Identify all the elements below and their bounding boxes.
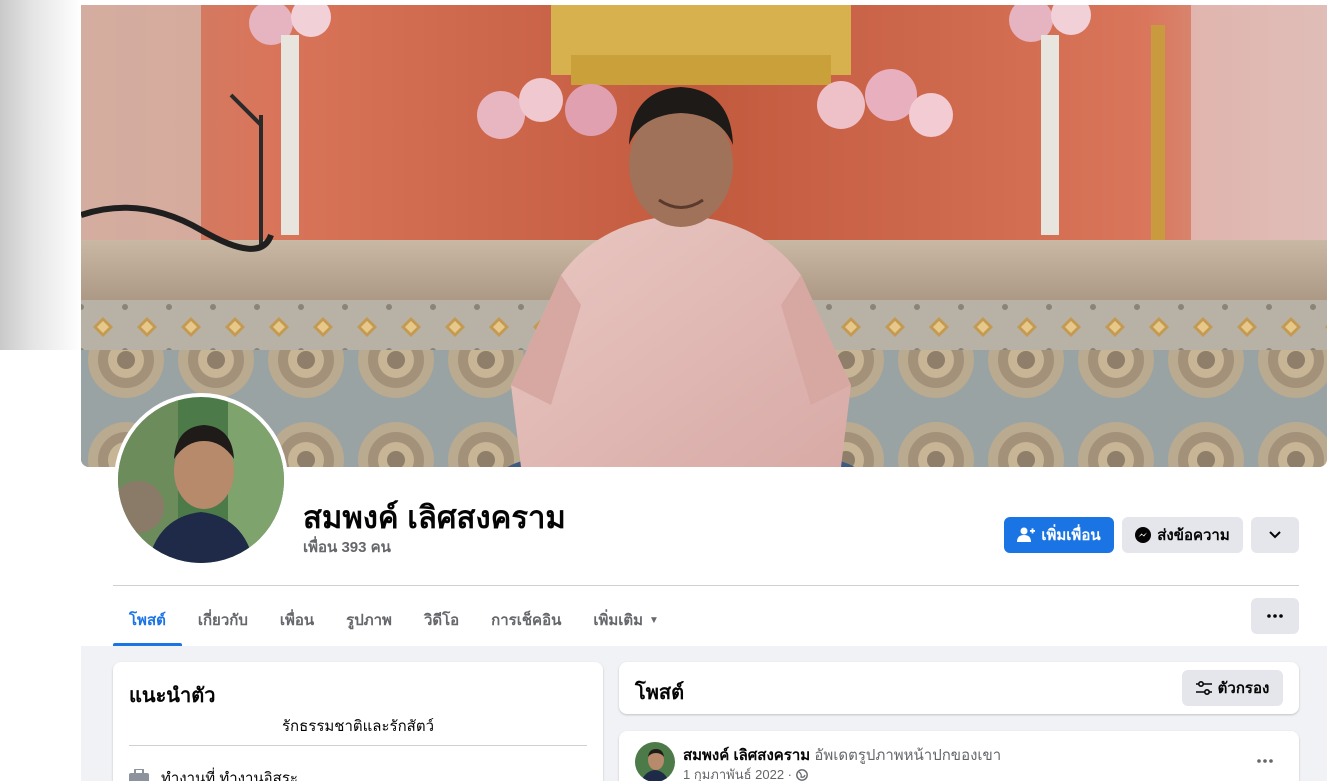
message-button[interactable]: ส่งข้อความ xyxy=(1122,517,1243,553)
add-user-icon xyxy=(1017,527,1036,542)
intro-work-row: ทำงานที่ ทำงานอิสระ xyxy=(129,766,298,781)
intro-title: แนะนำตัว xyxy=(129,685,216,707)
intro-card: แนะนำตัว รักธรรมชาติและรักสัตว์ ทำงานที่… xyxy=(113,662,603,781)
posts-header-card: โพสต์ ตัวกรอง xyxy=(619,662,1299,714)
tab-friends[interactable]: เพื่อน xyxy=(264,594,330,646)
ellipsis-icon xyxy=(1267,614,1283,618)
intro-bio: รักธรรมชาติและรักสัตว์ xyxy=(281,718,434,735)
intro-work-text: ทำงานที่ ทำงานอิสระ xyxy=(161,770,298,781)
profile-picture[interactable] xyxy=(114,393,288,567)
add-friend-label: เพิ่มเพื่อน xyxy=(1041,527,1101,544)
header-divider xyxy=(113,585,1299,586)
filter-icon xyxy=(1195,681,1212,695)
tab-more[interactable]: เพิ่มเติม ▼ xyxy=(577,594,675,646)
friends-count[interactable]: เพื่อน 393 คน xyxy=(303,535,391,559)
browser-edge-shadow xyxy=(0,0,81,781)
tab-posts[interactable]: โพสต์ xyxy=(113,594,182,646)
intro-divider xyxy=(129,745,587,746)
post-date[interactable]: 1 กุมภาพันธ์ 2022 · xyxy=(683,764,792,781)
messenger-icon xyxy=(1135,527,1152,543)
posts-title: โพสต์ xyxy=(635,682,685,704)
post-options-button[interactable] xyxy=(1247,743,1283,779)
post-card: สมพงค์ เลิศสงคราม อัพเดตรูปภาพหน้าปกของเ… xyxy=(619,731,1299,781)
post-action-text: อัพเดตรูปภาพหน้าปกของเขา xyxy=(814,747,1002,764)
tab-photos[interactable]: รูปภาพ xyxy=(330,594,408,646)
briefcase-icon xyxy=(129,769,149,781)
post-author-name[interactable]: สมพงค์ เลิศสงคราม xyxy=(683,747,810,764)
tab-about[interactable]: เกี่ยวกับ xyxy=(182,594,264,646)
message-label: ส่งข้อความ xyxy=(1157,527,1230,544)
chevron-down-icon xyxy=(1269,531,1281,539)
ellipsis-icon xyxy=(1257,759,1273,763)
tab-videos[interactable]: วิดีโอ xyxy=(408,594,475,646)
profile-tabs: โพสต์ เกี่ยวกับ เพื่อน รูปภาพ วิดีโอ การ… xyxy=(113,594,675,646)
globe-icon xyxy=(796,768,808,781)
add-friend-button[interactable]: เพิ่มเพื่อน xyxy=(1004,517,1114,553)
more-actions-dropdown[interactable] xyxy=(1251,517,1299,553)
post-author-avatar[interactable] xyxy=(635,742,675,781)
post-meta: 1 กุมภาพันธ์ 2022 · xyxy=(683,764,808,781)
tabs-more-options-button[interactable] xyxy=(1251,598,1299,634)
caret-down-icon: ▼ xyxy=(649,614,659,626)
filter-button[interactable]: ตัวกรอง xyxy=(1182,670,1283,706)
tab-checkins[interactable]: การเช็คอิน xyxy=(475,594,577,646)
filter-label: ตัวกรอง xyxy=(1217,680,1270,697)
cover-photo[interactable] xyxy=(81,5,1327,467)
